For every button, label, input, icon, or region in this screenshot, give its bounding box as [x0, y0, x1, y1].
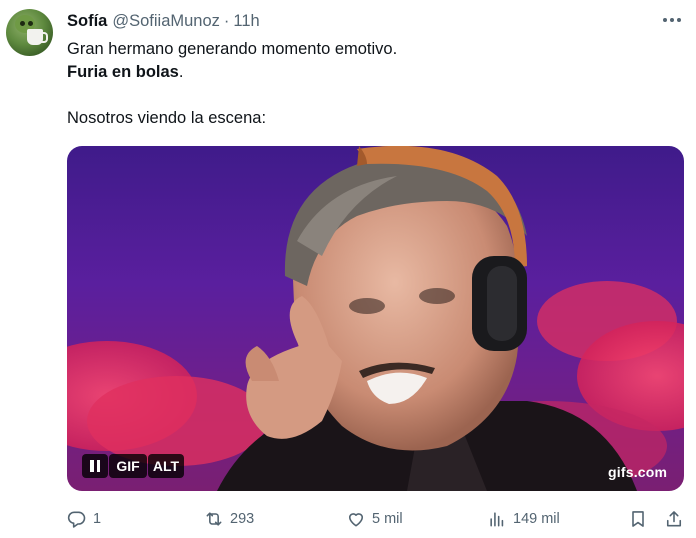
repost-button[interactable]: 293: [204, 506, 254, 532]
avatar-eye: [20, 21, 25, 26]
repost-count: 293: [230, 511, 255, 527]
tweet-header: Sofía @SofiiaMunoz · 11h: [67, 10, 260, 32]
pause-button[interactable]: [82, 454, 108, 478]
more-icon[interactable]: [660, 10, 684, 30]
timestamp[interactable]: 11h: [233, 12, 259, 31]
share-icon: [666, 511, 682, 527]
cup-icon: [27, 29, 48, 45]
like-count: 5 mil: [372, 511, 403, 527]
reply-icon: [67, 511, 86, 528]
separator: ·: [223, 11, 230, 30]
reply-button[interactable]: 1: [67, 506, 101, 532]
reply-count: 1: [93, 511, 102, 527]
tweet[interactable]: Sofía @SofiiaMunoz · 11h Gran hermano ge…: [0, 0, 696, 538]
like-button[interactable]: 5 mil: [346, 506, 403, 532]
bookmark-icon: [632, 511, 644, 527]
tweet-text-line: Nosotros viendo la escena:: [67, 109, 267, 127]
bold-text: Furia en bolas: [67, 63, 179, 81]
gif-watermark: gifs.com: [608, 464, 668, 480]
pause-icon: [90, 460, 100, 472]
views-icon: [490, 512, 504, 527]
avatar[interactable]: [6, 9, 53, 56]
tweet-text: Gran hermano generando momento emotivo. …: [67, 38, 667, 130]
share-button[interactable]: [664, 506, 684, 532]
views-count: 149 mil: [513, 511, 560, 527]
user-handle[interactable]: @SofiiaMunoz: [112, 12, 220, 31]
tweet-text-line: Gran hermano generando momento emotivo.: [67, 40, 398, 58]
gif-badge: GIF: [109, 454, 147, 478]
gif-frame: [67, 146, 684, 491]
bookmark-button[interactable]: [628, 506, 648, 532]
avatar-eye: [28, 21, 33, 26]
display-name[interactable]: Sofía: [67, 12, 107, 31]
tweet-text-line: Furia en bolas.: [67, 61, 667, 84]
alt-text-button[interactable]: ALT: [148, 454, 184, 478]
text-tail: .: [178, 63, 184, 81]
gif-media[interactable]: [67, 146, 684, 491]
action-bar: 1 293 5 mil 149 mil: [67, 506, 684, 532]
like-icon: [348, 513, 364, 527]
repost-icon: [206, 512, 222, 526]
views-button[interactable]: 149 mil: [487, 506, 560, 532]
